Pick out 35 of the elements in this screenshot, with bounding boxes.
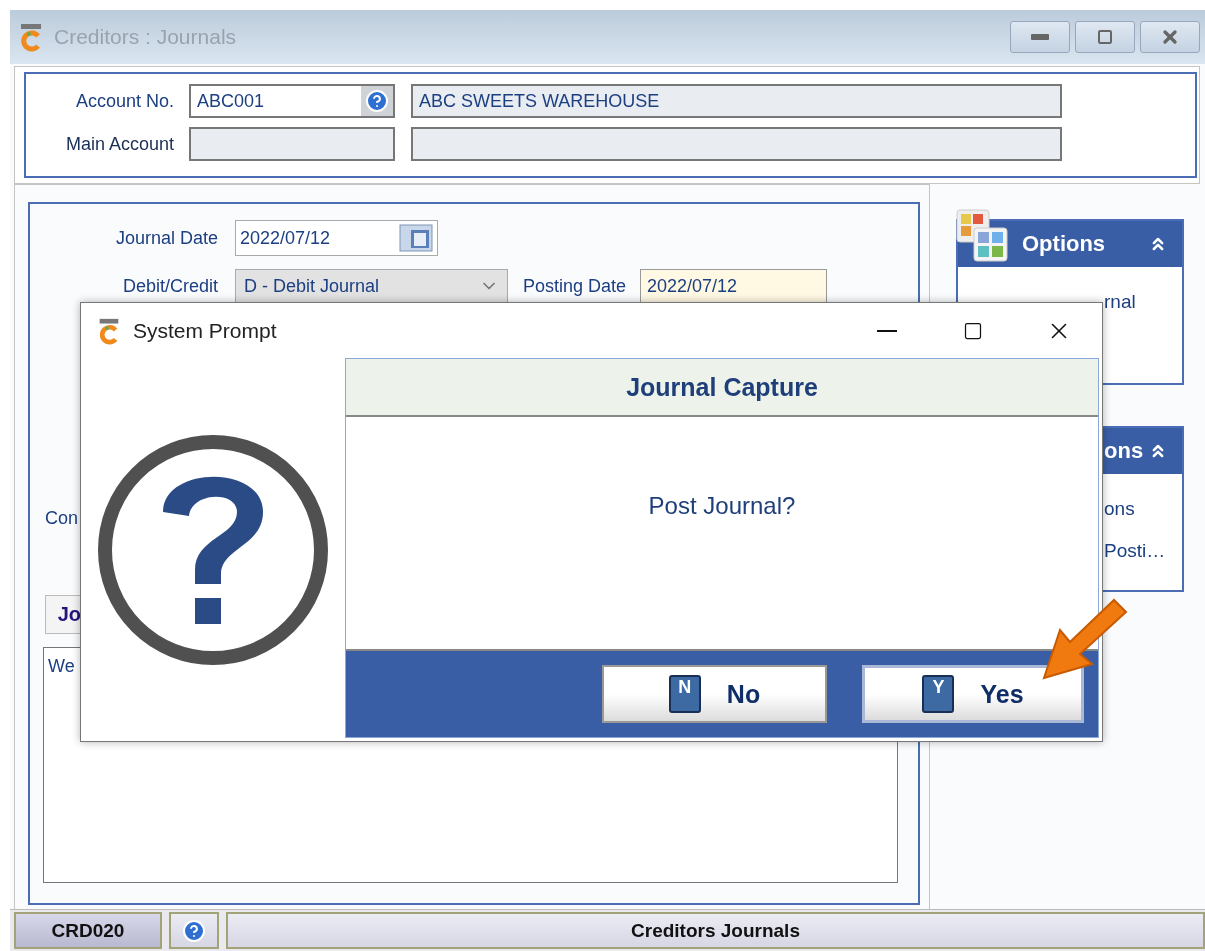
help-icon[interactable]: [182, 918, 206, 943]
question-icon: [97, 433, 329, 666]
journal-tab[interactable]: Jo: [45, 595, 81, 634]
shortcut-key: N: [668, 675, 701, 713]
dialog-message: Post Journal?: [648, 492, 796, 521]
restore-button[interactable]: [1075, 21, 1135, 53]
dialog-title: System Prompt: [133, 318, 278, 343]
dialog-heading: Journal Capture: [346, 359, 1098, 417]
field-label: Posting Date: [521, 275, 626, 297]
account-name-field: ABC SWEETS WAREHOUSE: [411, 84, 1062, 118]
dialog-button[interactable]: Y Yes: [862, 665, 1084, 723]
maximize-icon: [963, 320, 983, 341]
restore-icon: [1097, 29, 1113, 45]
minimize-icon: [877, 329, 897, 332]
window-title: Creditors : Journals: [54, 25, 238, 49]
account-number-field[interactable]: ABC001: [189, 84, 395, 118]
screen-code: CRD020: [14, 912, 162, 949]
minimize-icon: [1031, 34, 1049, 40]
help-cell[interactable]: [169, 912, 219, 949]
posting-date-field[interactable]: 2022/07/12: [640, 269, 827, 303]
status-title: Creditors Journals: [226, 912, 1205, 949]
field-label: Account No.: [74, 90, 174, 112]
shortcut-key: Y: [922, 675, 955, 713]
debit-credit-dropdown[interactable]: D - Debit Journal: [235, 269, 508, 303]
field-label: Debit/Credit: [121, 275, 218, 297]
help-icon[interactable]: [365, 89, 389, 113]
journal-date-field[interactable]: 2022/07/12: [235, 220, 438, 256]
field-label: Con: [45, 508, 80, 529]
minimize-button[interactable]: [1010, 21, 1070, 53]
dialog-button[interactable]: N No: [602, 665, 827, 723]
close-button[interactable]: [1140, 21, 1200, 53]
calendar-icon[interactable]: [399, 224, 433, 252]
field-label: Main Account: [64, 133, 174, 155]
field-label: Journal Date: [114, 227, 218, 249]
close-icon: [1160, 27, 1180, 47]
